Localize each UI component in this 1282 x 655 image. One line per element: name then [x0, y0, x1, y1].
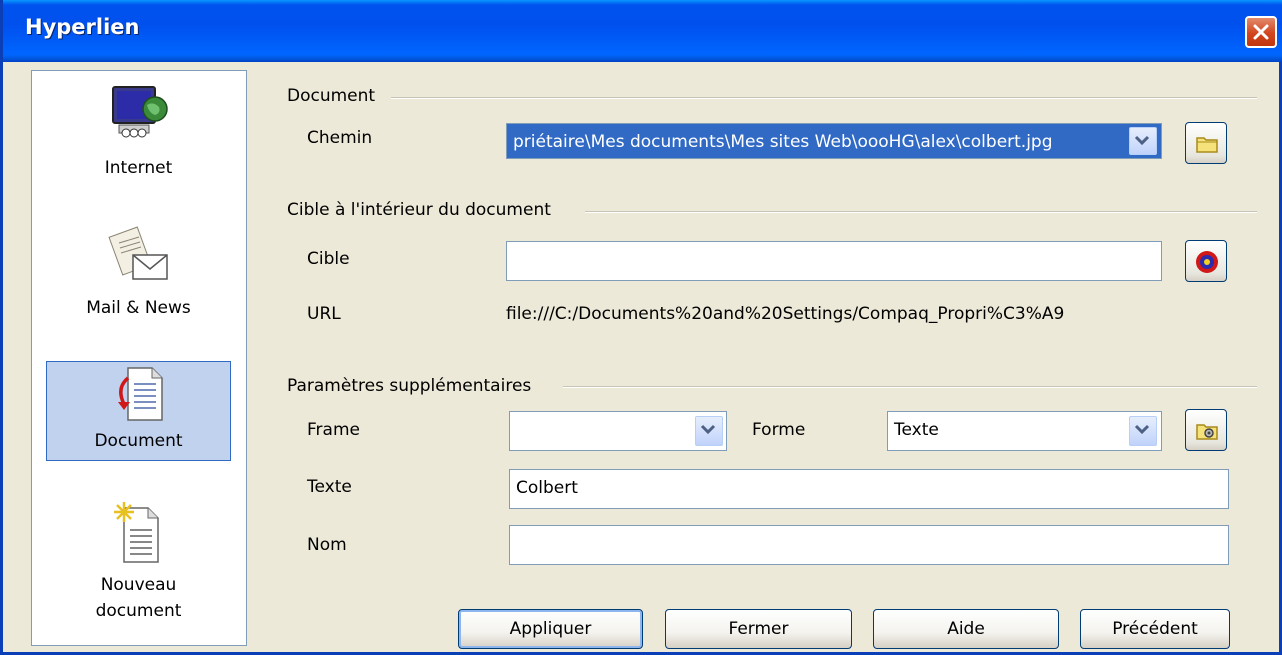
- globe-monitor-icon: [109, 83, 169, 145]
- path-value: priétaire\Mes documents\Mes sites Web\oo…: [513, 132, 1053, 152]
- form-combobox[interactable]: Texte: [887, 411, 1162, 451]
- document-icon: [114, 366, 164, 422]
- events-button[interactable]: [1185, 409, 1227, 451]
- target-in-document-button[interactable]: [1185, 240, 1227, 282]
- frame-dropdown-button[interactable]: [695, 416, 723, 446]
- window-title: Hyperlien: [25, 15, 140, 39]
- document-group-title: Document: [287, 86, 376, 106]
- frame-label: Frame: [307, 420, 360, 440]
- extra-group-title: Paramètres supplémentaires: [287, 376, 532, 396]
- sidebar-item-label: Internet: [104, 158, 173, 178]
- url-value: file:///C:/Documents%20and%20Settings/Co…: [506, 304, 1065, 324]
- text-value: Colbert: [516, 478, 578, 498]
- back-button[interactable]: Précédent: [1080, 609, 1230, 649]
- apply-button[interactable]: Appliquer: [458, 609, 643, 649]
- hyperlink-type-sidebar: Internet Mail & News Document Nouveau do…: [31, 70, 247, 646]
- target-label: Cible: [307, 249, 350, 269]
- sidebar-item-label-line2: document: [95, 601, 182, 621]
- title-bar[interactable]: Hyperlien: [3, 0, 1282, 62]
- sidebar-item-label: Mail & News: [86, 298, 191, 318]
- sidebar-item-label: Document: [94, 431, 183, 451]
- name-label: Nom: [307, 535, 347, 555]
- form-label: Forme: [752, 420, 806, 440]
- divider: [391, 97, 1257, 99]
- open-file-button[interactable]: [1185, 122, 1227, 164]
- divider: [563, 386, 1257, 388]
- text-label: Texte: [307, 477, 352, 497]
- new-document-icon: [113, 500, 164, 566]
- target-group-title: Cible à l'intérieur du document: [287, 200, 551, 220]
- form-dropdown-button[interactable]: [1129, 416, 1157, 446]
- close-window-button[interactable]: [1245, 16, 1277, 48]
- hyperlink-dialog: Hyperlien Internet Mail & News Document …: [0, 0, 1282, 655]
- path-label: Chemin: [307, 128, 373, 148]
- divider: [585, 211, 1257, 213]
- sidebar-item-internet[interactable]: Internet: [46, 81, 231, 206]
- sidebar-item-label-line1: Nouveau: [100, 575, 177, 595]
- sidebar-item-mail-news[interactable]: Mail & News: [46, 221, 231, 346]
- help-button[interactable]: Aide: [873, 609, 1059, 649]
- target-input[interactable]: [506, 241, 1162, 281]
- form-value: Texte: [894, 420, 939, 440]
- sidebar-item-new-document[interactable]: Nouveau document: [46, 496, 231, 636]
- mail-news-icon: [107, 225, 171, 291]
- name-input[interactable]: [509, 525, 1229, 565]
- text-input[interactable]: Colbert: [509, 469, 1229, 509]
- url-label: URL: [307, 304, 341, 324]
- path-dropdown-button[interactable]: [1129, 127, 1157, 155]
- sidebar-item-document[interactable]: Document: [46, 361, 231, 461]
- close-button[interactable]: Fermer: [665, 609, 852, 649]
- path-combobox[interactable]: priétaire\Mes documents\Mes sites Web\oo…: [506, 123, 1162, 159]
